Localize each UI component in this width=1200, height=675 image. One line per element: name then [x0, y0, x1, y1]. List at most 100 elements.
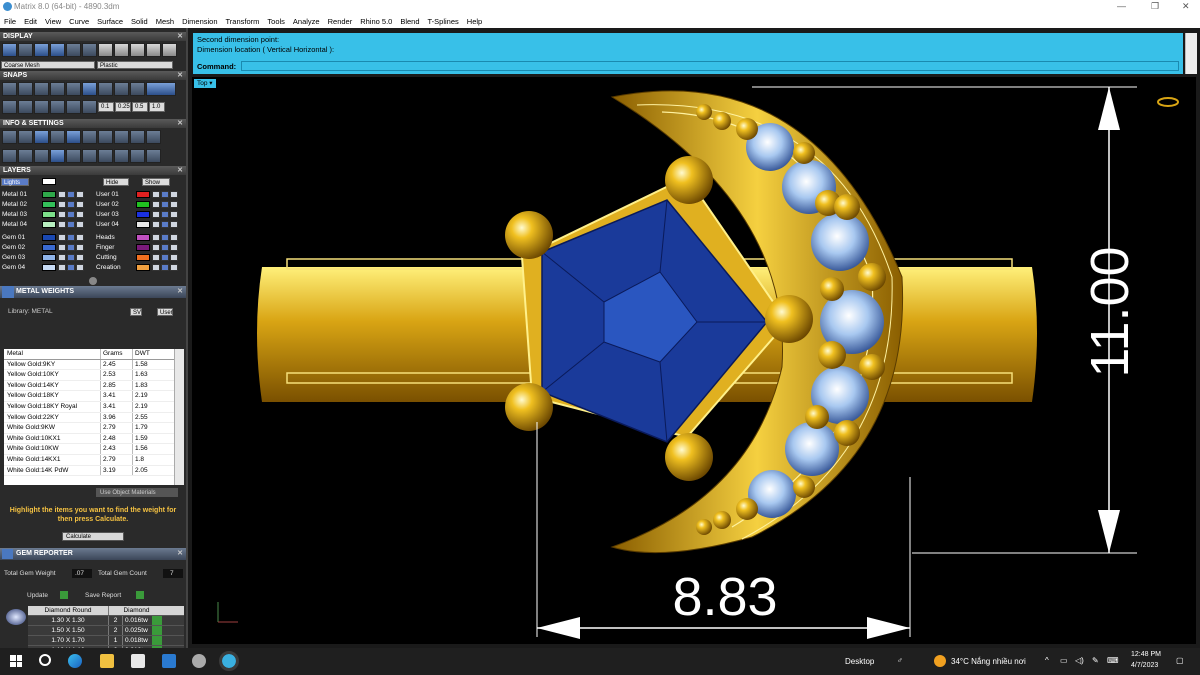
rendered-view-button[interactable] [50, 43, 65, 57]
snap-end-button[interactable] [2, 82, 17, 96]
command-scrollbar[interactable] [1185, 33, 1197, 74]
mesh-select[interactable]: Coarse Mesh [1, 61, 95, 69]
gem-row[interactable]: 1.30 X 1.30 2 0.016tw [28, 616, 184, 626]
layer-color-swatch[interactable] [42, 221, 56, 228]
table-row[interactable]: White Gold:14KX1 2.79 1.8 [4, 454, 184, 466]
table-row[interactable]: Yellow Gold:22KY 3.96 2.55 [4, 412, 184, 424]
info-button-14[interactable] [50, 149, 65, 163]
menu-rhino[interactable]: Rhino 5.0 [356, 14, 396, 26]
layer-row[interactable]: Finger [94, 243, 186, 252]
layer-row[interactable]: User 02 [94, 200, 186, 209]
layer-select-toggle[interactable] [76, 244, 84, 251]
clock-time[interactable]: 12:48 PM [1131, 651, 1161, 658]
layer-lock-toggle[interactable] [161, 211, 169, 218]
info-button-18[interactable] [114, 149, 129, 163]
layer-row[interactable]: Gem 04 [0, 263, 92, 272]
table-row[interactable]: Yellow Gold:10KY 2.53 1.63 [4, 370, 184, 381]
save-report-button[interactable]: Save Report [85, 591, 121, 600]
layer-row[interactable]: Gem 01 [0, 233, 92, 242]
file-explorer-icon[interactable] [100, 654, 114, 668]
layer-visible-toggle[interactable] [152, 211, 160, 218]
menu-render[interactable]: Render [324, 14, 357, 26]
layer-row[interactable]: Metal 02 [0, 200, 92, 209]
layer-row[interactable]: Creation [94, 263, 186, 272]
display-button-5[interactable] [66, 43, 81, 57]
menu-solid[interactable]: Solid [127, 14, 152, 26]
show-button[interactable]: Show [142, 178, 170, 186]
close-icon[interactable]: ✕ [177, 286, 183, 298]
layer-visible-toggle[interactable] [152, 244, 160, 251]
desktop-toolbar[interactable]: Desktop [845, 657, 874, 666]
layer-lock-toggle[interactable] [67, 234, 75, 241]
dim-value-horizontal[interactable]: 8.83 [672, 567, 777, 627]
layer-color-swatch[interactable] [136, 201, 150, 208]
layer-visible-toggle[interactable] [58, 244, 66, 251]
volume-icon[interactable]: ◁) [1075, 656, 1084, 665]
close-icon[interactable]: ✕ [177, 32, 183, 41]
close-icon[interactable]: ✕ [177, 71, 183, 80]
menu-help[interactable]: Help [463, 14, 486, 26]
layer-row[interactable]: Metal 03 [0, 210, 92, 219]
layer-visible-toggle[interactable] [58, 201, 66, 208]
info-button-2[interactable] [18, 130, 33, 144]
info-button-9[interactable] [130, 130, 145, 144]
update-button[interactable]: Update [27, 591, 48, 600]
weather-icon[interactable] [934, 655, 946, 667]
layer-row[interactable]: User 04 [94, 220, 186, 229]
layer-name[interactable]: Gem 02 [0, 243, 32, 252]
snap-tan-button[interactable] [114, 82, 129, 96]
layer-color-swatch[interactable] [136, 211, 150, 218]
info-button-3[interactable] [34, 130, 49, 144]
pen-icon[interactable]: ✎ [1092, 656, 1099, 665]
info-button-11[interactable] [2, 149, 17, 163]
layer-select-toggle[interactable] [170, 201, 178, 208]
info-button-17[interactable] [98, 149, 113, 163]
material-button-1[interactable] [98, 43, 113, 57]
menu-dimension[interactable]: Dimension [178, 14, 221, 26]
table-row[interactable]: White Gold:14K PdW 3.19 2.05 [4, 465, 184, 477]
layer-color-swatch[interactable] [136, 191, 150, 198]
material-button-3[interactable] [130, 43, 145, 57]
app-icon[interactable] [192, 654, 206, 668]
layer-lock-toggle[interactable] [161, 191, 169, 198]
search-icon[interactable] [39, 654, 51, 666]
gem-select-icon[interactable] [152, 616, 162, 625]
metal-table-scrollbar[interactable] [174, 349, 184, 485]
col-metal[interactable]: Metal [4, 349, 100, 359]
info-button-6[interactable] [82, 130, 97, 144]
layer-visible-toggle[interactable] [58, 234, 66, 241]
layer-name[interactable]: Metal 03 [0, 210, 32, 219]
layer-select-toggle[interactable] [170, 191, 178, 198]
snap-toggle-button[interactable] [146, 82, 176, 96]
snap-value-2[interactable]: 0.25 [115, 102, 131, 112]
layer-select-toggle[interactable] [170, 211, 178, 218]
layer-name[interactable]: Metal 01 [0, 190, 32, 199]
clock-date[interactable]: 4/7/2023 [1131, 662, 1158, 669]
info-button-20[interactable] [146, 149, 161, 163]
info-button-7[interactable] [98, 130, 113, 144]
layer-row[interactable]: Heads [94, 233, 186, 242]
layer-name[interactable]: Metal 04 [0, 220, 32, 229]
menu-view[interactable]: View [41, 14, 65, 26]
calculate-button[interactable]: Calculate [62, 532, 124, 541]
layer-lock-toggle[interactable] [67, 244, 75, 251]
menu-surface[interactable]: Surface [93, 14, 127, 26]
edge-browser-icon[interactable] [68, 654, 82, 668]
layer-lock-toggle[interactable] [67, 201, 75, 208]
snap-value-4[interactable]: 1.0 [149, 102, 165, 112]
info-button-15[interactable] [66, 149, 81, 163]
settings-icon[interactable] [2, 130, 17, 144]
table-row[interactable]: Yellow Gold:9KY 2.45 1.58 [4, 359, 184, 371]
snap-point-button[interactable] [34, 82, 49, 96]
layer-select-toggle[interactable] [76, 234, 84, 241]
layer-lock-toggle[interactable] [67, 254, 75, 261]
close-button[interactable]: ✕ [1182, 1, 1190, 12]
menu-tsplines[interactable]: T-Splines [424, 14, 463, 26]
layer-name[interactable]: User 02 [94, 200, 126, 209]
menu-mesh[interactable]: Mesh [152, 14, 178, 26]
layer-color-swatch[interactable] [42, 191, 56, 198]
layer-row[interactable]: Metal 04 [0, 220, 92, 229]
layer-visible-toggle[interactable] [152, 264, 160, 271]
layer-select-toggle[interactable] [76, 264, 84, 271]
layer-color-swatch[interactable] [136, 264, 150, 271]
